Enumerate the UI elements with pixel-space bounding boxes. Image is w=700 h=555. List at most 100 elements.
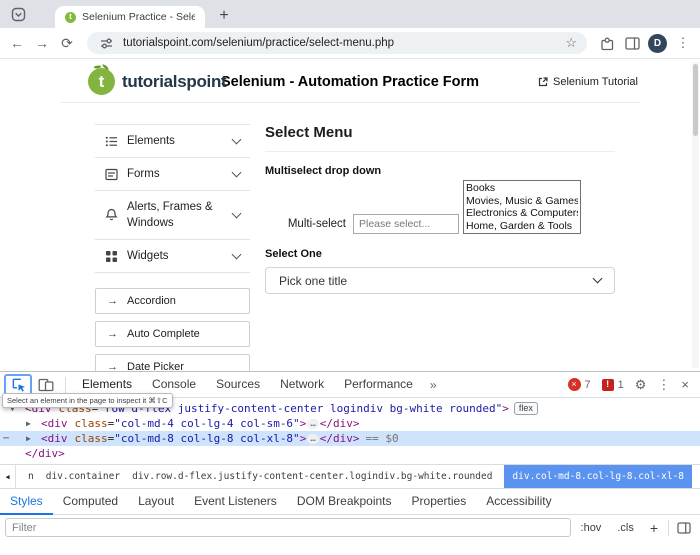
arrow-right-icon: →	[107, 328, 118, 340]
styles-filter-input[interactable]	[5, 518, 571, 537]
back-icon[interactable]: ←	[8, 35, 26, 51]
select-one-label: Select One	[265, 248, 615, 260]
listbox-option[interactable]: Books	[466, 182, 578, 195]
more-tabs-icon[interactable]: »	[424, 378, 443, 392]
tab-layout[interactable]: Layout	[128, 489, 184, 515]
collapsed-content-ellipsis[interactable]: …	[307, 419, 318, 429]
devtools-menu-icon[interactable]: ⋮	[657, 377, 670, 393]
devtools-tab-sources[interactable]: Sources	[207, 372, 269, 398]
sidebar-section-forms[interactable]: Forms	[95, 157, 250, 190]
dom-node-row[interactable]: </div>	[0, 446, 700, 461]
tab-properties[interactable]: Properties	[402, 489, 477, 515]
attr-name: class	[75, 417, 108, 430]
sidebar-item-auto-complete[interactable]: → Auto Complete	[95, 321, 250, 347]
scroll-left-icon: ◀	[5, 473, 9, 481]
tab-strip: t Selenium Practice - Select M +	[0, 0, 700, 28]
tab-dom-breakpoints[interactable]: DOM Breakpoints	[287, 489, 402, 515]
devtools-tab-network[interactable]: Network	[271, 372, 333, 398]
console-errors-badge[interactable]: × 7	[568, 378, 591, 391]
tab-computed[interactable]: Computed	[53, 489, 128, 515]
section-title: Select Menu	[265, 124, 615, 152]
styles-sidebar-tabs: Styles Computed Layout Event Listeners D…	[0, 488, 700, 514]
devtools-panel: Elements Console Sources Network Perform…	[0, 371, 700, 555]
forward-icon[interactable]: →	[33, 35, 51, 51]
listbox-option[interactable]: Home, Garden & Tools	[466, 220, 578, 233]
sidebar-section-elements[interactable]: Elements	[95, 124, 250, 157]
new-style-rule-button[interactable]: +	[644, 520, 664, 536]
tab-title: Selenium Practice - Select M	[82, 11, 195, 23]
bell-icon	[105, 208, 118, 222]
chevron-down-icon	[232, 167, 242, 177]
breadcrumb-item[interactable]: div.container	[46, 471, 120, 482]
tag-close-bracket: >	[502, 402, 509, 415]
divider	[668, 520, 669, 536]
tab-styles[interactable]: Styles	[0, 489, 53, 515]
sidebar-section-alerts-frames-windows[interactable]: Alerts, Frames & Windows	[95, 190, 250, 239]
breadcrumb-item[interactable]: div.row.d-flex.justify-content-center.lo…	[132, 471, 492, 482]
sidebar-links: → Accordion → Auto Complete → Date Picke…	[95, 288, 250, 372]
address-bar[interactable]: tutorialspoint.com/selenium/practice/sel…	[87, 32, 587, 54]
side-panel-icon[interactable]	[623, 37, 641, 50]
chevron-down-icon	[232, 134, 242, 144]
select-one-dropdown[interactable]: Pick one title	[265, 267, 615, 294]
selected-node-marker: == $0	[365, 432, 398, 445]
bookmark-star-icon[interactable]: ☆	[565, 35, 577, 51]
devtools-tab-performance[interactable]: Performance	[335, 372, 422, 398]
tab-search-icon[interactable]	[10, 6, 26, 22]
chevron-down-icon	[232, 249, 242, 259]
tab-accessibility[interactable]: Accessibility	[476, 489, 561, 515]
multi-select-listbox[interactable]: Books Movies, Music & Games Electronics …	[463, 180, 581, 234]
selenium-tutorial-link[interactable]: Selenium Tutorial	[537, 76, 638, 88]
site-logo[interactable]: t tutorialspoint	[88, 68, 226, 95]
inspect-cursor-icon	[11, 377, 26, 392]
flex-badge[interactable]: flex	[514, 402, 538, 415]
breadcrumb-scroll-left-button[interactable]: ◀	[0, 465, 16, 488]
external-link-icon	[537, 76, 549, 88]
site-settings-icon[interactable]	[97, 37, 115, 50]
section-label: Alerts, Frames & Windows	[127, 199, 224, 231]
closing-tag: </div>	[320, 432, 360, 445]
styles-filter-bar: :hov .cls +	[0, 514, 700, 540]
tab-event-listeners[interactable]: Event Listeners	[184, 489, 287, 515]
dom-node-row[interactable]: ▶<divclass="col-md-4 col-lg-4 col-sm-6">…	[0, 416, 700, 431]
listbox-option[interactable]: Electronics & Computers	[466, 207, 578, 220]
dom-node-row-selected[interactable]: ⋯ ▶<divclass="col-md-8 col-lg-8 col-xl-8…	[0, 431, 700, 446]
expand-closed-icon[interactable]: ▶	[26, 431, 41, 446]
browser-tab[interactable]: t Selenium Practice - Select M	[55, 6, 205, 28]
toggle-sidebar-icon[interactable]	[673, 522, 695, 534]
tag-close-bracket: >	[300, 432, 307, 445]
page-content: t tutorialspoint Selenium - Automation P…	[0, 60, 700, 372]
breadcrumb-item-selected[interactable]: div.col-md-8.col-lg-8.col-xl-8	[504, 465, 692, 488]
collapsed-content-ellipsis[interactable]: …	[307, 434, 318, 444]
profile-avatar[interactable]: D	[648, 34, 667, 53]
tutorialspoint-logo-icon: t	[88, 68, 115, 95]
leaf-icon	[102, 64, 110, 70]
scrollbar-thumb[interactable]	[693, 64, 698, 136]
listbox-option[interactable]: Movies, Music & Games	[466, 195, 578, 208]
sidebar-item-date-picker[interactable]: → Date Picker	[95, 354, 250, 372]
toggle-hover-state-button[interactable]: :hov	[575, 522, 608, 534]
close-devtools-icon[interactable]: ×	[681, 377, 689, 392]
breadcrumb-item-partial[interactable]: n	[28, 471, 34, 482]
page-scrollbar[interactable]	[692, 62, 699, 368]
new-tab-button[interactable]: +	[213, 5, 235, 27]
sidebar-item-label: Auto Complete	[127, 328, 200, 340]
logo-text: tutorialspoint	[122, 72, 226, 92]
sidebar-item-accordion[interactable]: → Accordion	[95, 288, 250, 314]
browser-menu-icon[interactable]: ⋮	[674, 35, 692, 51]
reload-icon[interactable]: ⟳	[58, 35, 76, 52]
accordion-menu: Elements Forms Alerts, Frames & Windows …	[95, 124, 250, 273]
toggle-class-button[interactable]: .cls	[611, 522, 640, 534]
issues-badge[interactable]: ! 1	[602, 379, 624, 391]
browser-window: t Selenium Practice - Select M + ← → ⟳ t…	[0, 0, 700, 555]
settings-gear-icon[interactable]: ⚙	[635, 377, 647, 393]
sidebar-section-widgets[interactable]: Widgets	[95, 239, 250, 272]
expand-closed-icon[interactable]: ▶	[26, 416, 41, 431]
multi-select-input[interactable]	[353, 214, 459, 234]
sidebar-menu: Elements Forms Alerts, Frames & Windows …	[95, 124, 250, 372]
tag-open: <div	[41, 417, 68, 430]
node-menu-icon[interactable]: ⋯	[3, 431, 8, 446]
select-one-value: Pick one title	[279, 274, 347, 288]
extensions-icon[interactable]	[598, 36, 616, 51]
site-header: t tutorialspoint Selenium - Automation P…	[60, 61, 640, 103]
